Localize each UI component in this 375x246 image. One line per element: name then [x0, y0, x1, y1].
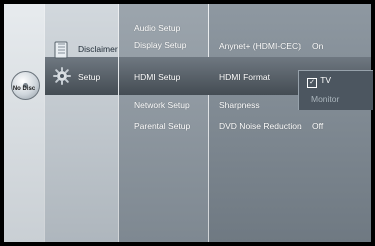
submenu-item-hdmi-setup[interactable]: HDMI Setup [134, 72, 180, 82]
blu-ray-setup-screen: No Disc Disclaimer Setup Audio Setup Dis… [0, 0, 375, 246]
setting-anynet-value: On [312, 41, 324, 51]
submenu-item-display-setup[interactable]: Display Setup [134, 40, 186, 50]
setting-anynet-label[interactable]: Anynet+ (HDMI-CEC) [219, 41, 301, 51]
disc-status-column [4, 4, 44, 242]
setting-dvd-noise-reduction-label[interactable]: DVD Noise Reduction [219, 121, 302, 131]
setting-sharpness-label[interactable]: Sharpness [219, 100, 260, 110]
hdmi-format-dropdown[interactable]: ✓ TV Monitor [298, 70, 373, 110]
checkmark-icon: ✓ [307, 78, 317, 88]
main-menu-item-disclaimer[interactable]: Disclaimer [78, 44, 118, 54]
setting-hdmi-format-label[interactable]: HDMI Format [219, 72, 270, 82]
submenu-item-network-setup[interactable]: Network Setup [134, 100, 190, 110]
gear-icon [53, 67, 71, 85]
disc-icon [54, 41, 68, 59]
column-divider [118, 4, 119, 242]
hdmi-format-option-monitor[interactable]: Monitor [311, 94, 339, 104]
column-divider [44, 4, 45, 242]
setup-panel: No Disc Disclaimer Setup Audio Setup Dis… [4, 4, 373, 242]
submenu-item-audio-setup[interactable]: Audio Setup [134, 23, 180, 33]
column-divider [208, 4, 209, 242]
hdmi-format-option-tv[interactable]: ✓ TV [307, 75, 331, 88]
main-menu-item-setup[interactable]: Setup [78, 72, 100, 82]
setting-dvd-noise-reduction-value: Off [312, 121, 324, 131]
option-label: TV [320, 75, 332, 85]
setting-separator: : [299, 121, 302, 131]
setting-separator: : [299, 41, 302, 51]
disc-status-label: No Disc [12, 86, 36, 92]
main-menu-column [45, 4, 118, 242]
submenu-item-parental-setup[interactable]: Parental Setup [134, 121, 190, 131]
